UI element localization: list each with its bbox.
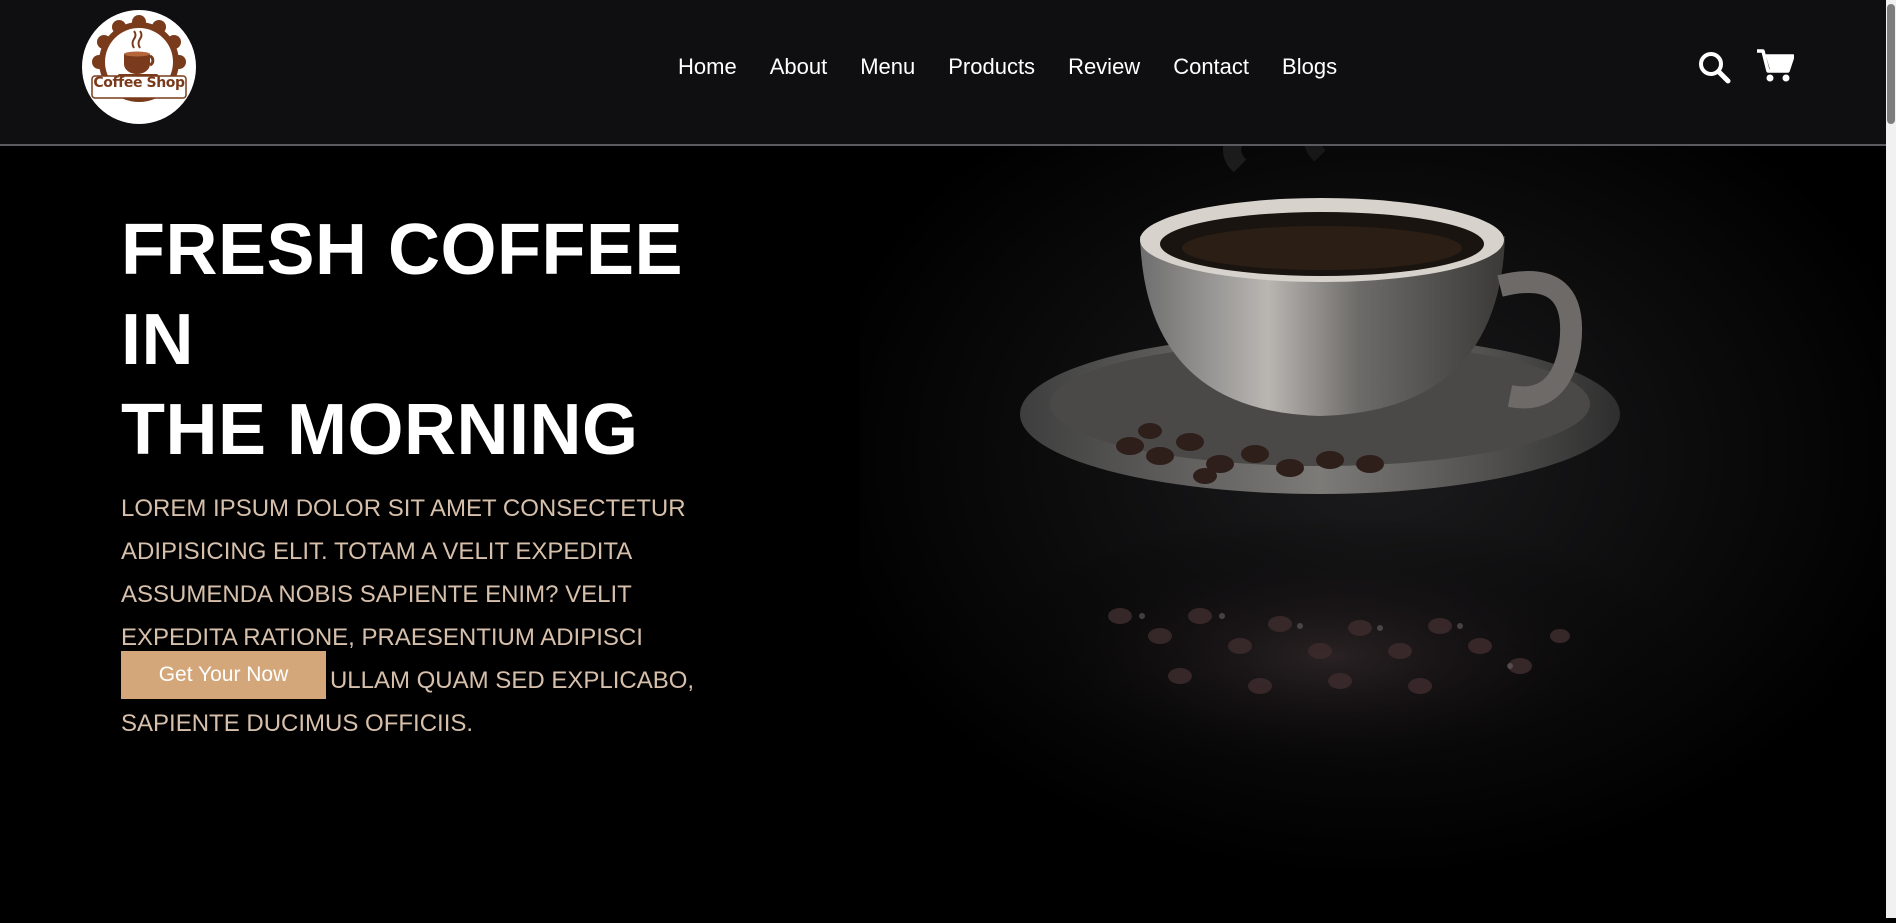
nav-link-menu[interactable]: Menu — [860, 52, 915, 82]
shopping-cart-icon — [1757, 49, 1795, 82]
hero-title-line2: THE MORNING — [121, 390, 639, 470]
coffee-shop-logo[interactable]: Coffee Shop — [82, 10, 196, 124]
nav-link-home[interactable]: Home — [678, 52, 737, 82]
logo-text: Coffee Shop — [93, 75, 185, 91]
nav-link-review[interactable]: Review — [1068, 52, 1140, 82]
cart-button[interactable] — [1756, 48, 1795, 84]
nav-link-about[interactable]: About — [770, 52, 828, 82]
nav-link-blogs[interactable]: Blogs — [1282, 52, 1337, 82]
get-your-now-button[interactable]: Get Your Now — [121, 651, 326, 699]
search-button[interactable] — [1697, 50, 1731, 84]
nav-link-products[interactable]: Products — [948, 52, 1035, 82]
logo-emblem-icon — [91, 15, 187, 102]
coffee-cup-image — [860, 109, 1886, 918]
hero-title-line1: FRESH COFFEE IN — [121, 210, 684, 380]
hero-description: LOREM IPSUM DOLOR SIT AMET CONSECTETUR A… — [121, 495, 695, 737]
hero-title: FRESH COFFEE IN THE MORNING — [121, 205, 771, 475]
page-scrollbar[interactable] — [1886, 0, 1896, 918]
coffee-cup-illustration — [860, 109, 1886, 918]
nav-link-contact[interactable]: Contact — [1173, 52, 1249, 82]
search-icon — [1699, 52, 1731, 84]
scrollbar-thumb[interactable] — [1887, 4, 1895, 124]
navbar: Coffee Shop Home About Menu Products Rev… — [0, 0, 1886, 146]
main-nav: Home About Menu Products Review Contact … — [678, 52, 1370, 82]
